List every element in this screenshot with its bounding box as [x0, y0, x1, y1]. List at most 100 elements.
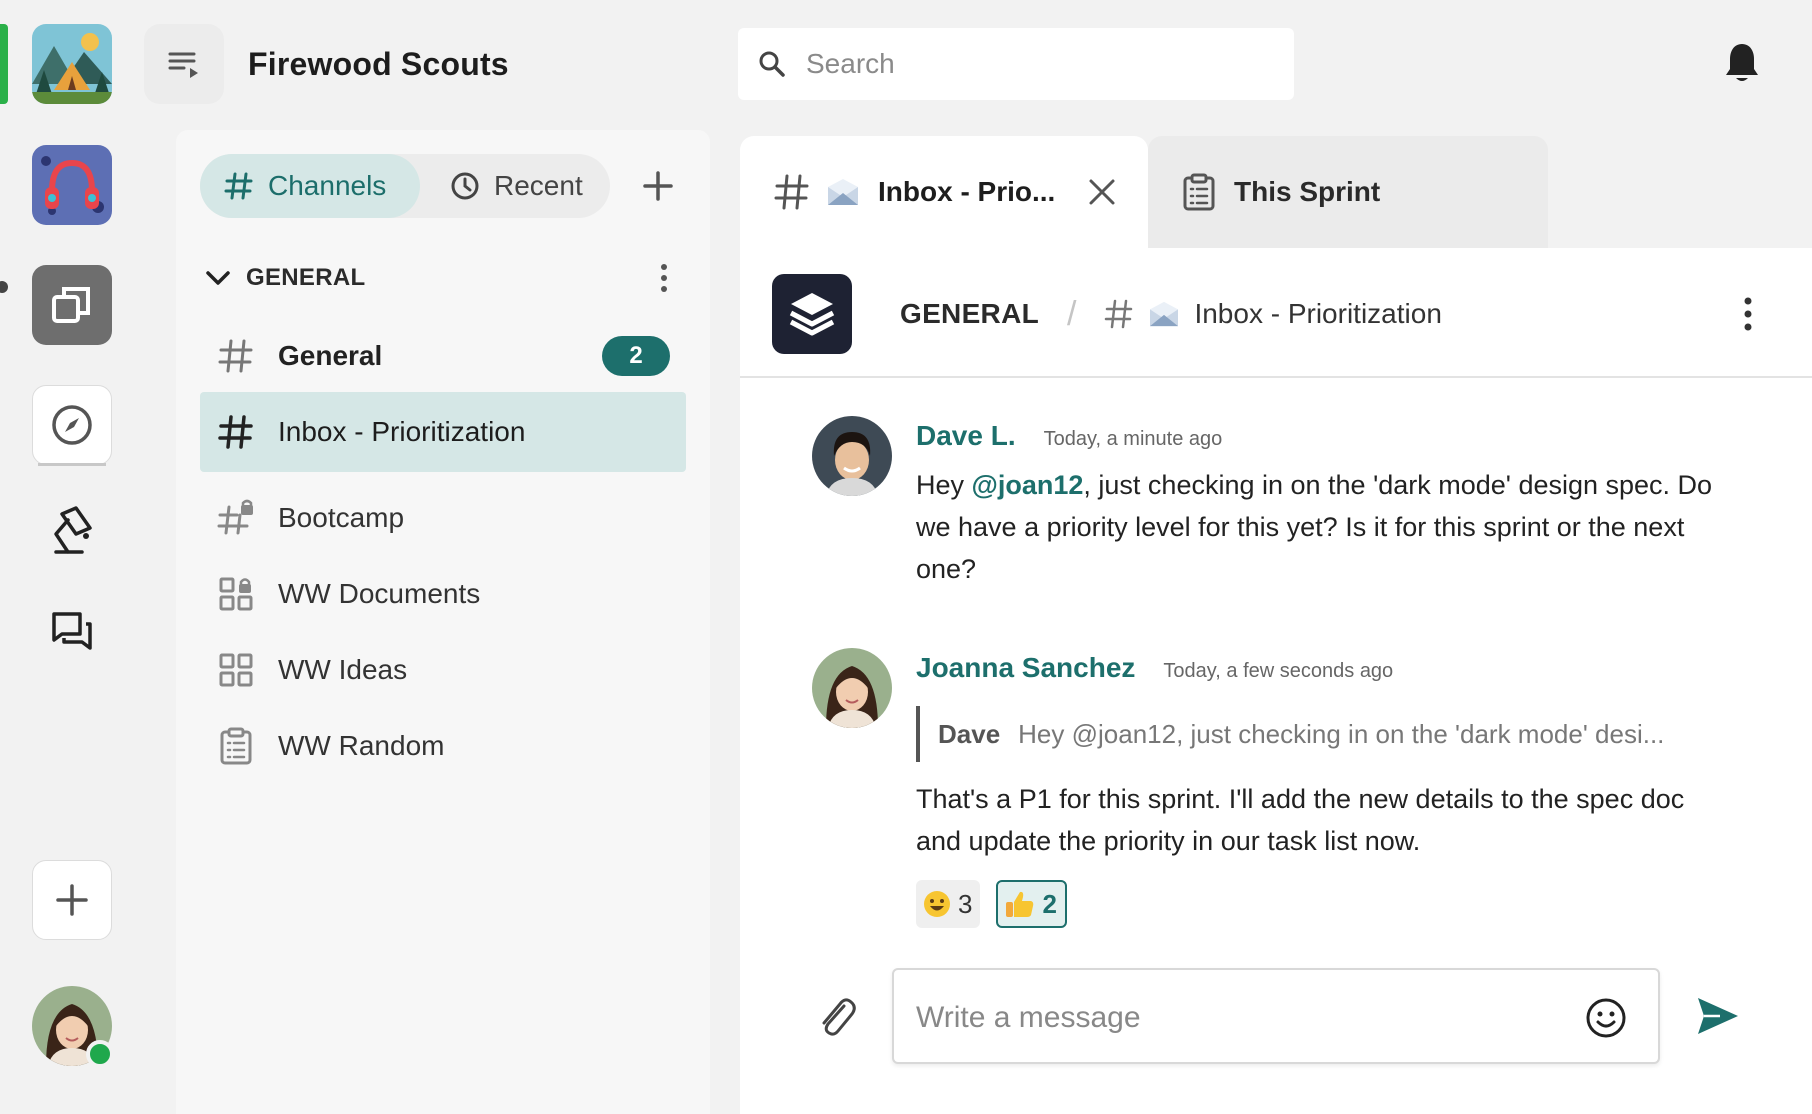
tab-this-sprint-label: This Sprint [1234, 176, 1381, 207]
workspace-music[interactable] [32, 145, 112, 225]
chat-bubbles-icon [52, 612, 92, 650]
hash-icon [216, 412, 256, 452]
tab-recent[interactable]: Recent [420, 154, 610, 218]
more-vertical-icon [1744, 297, 1752, 331]
reaction-count: 3 [958, 888, 973, 919]
online-status-indicator [86, 1040, 114, 1068]
tab-recent-label: Recent [494, 170, 583, 201]
compass-icon [52, 405, 92, 445]
tab-channels-label: Channels [268, 170, 387, 201]
notifications-button[interactable] [1724, 42, 1760, 89]
channel-item-label: Bootcamp [278, 502, 405, 533]
channels-panel: Channels Recent GENERAL General 2 Inbox … [176, 130, 710, 1114]
message-item: Dave L. Today, a minute ago Hey @joan12,… [812, 416, 1772, 616]
plus-icon [643, 171, 673, 201]
message-timestamp: Today, a minute ago [1043, 428, 1223, 450]
unread-dot [0, 281, 8, 293]
user-mention[interactable]: @joan12 [972, 470, 1084, 500]
unread-badge: 2 [602, 336, 670, 376]
clipboard-icon [1183, 173, 1215, 211]
camping-logo-icon [32, 24, 112, 104]
chevron-down-icon [206, 271, 230, 285]
author-avatar[interactable] [812, 416, 892, 496]
copy-windows-icon [52, 287, 90, 323]
quoted-author: Dave [938, 718, 1001, 749]
section-options-button[interactable] [644, 258, 684, 298]
clock-icon [451, 172, 479, 200]
search-input[interactable] [806, 48, 1266, 80]
layers-icon [789, 293, 835, 336]
channel-item-label: General [278, 340, 383, 371]
channel-item-inbox-prioritization[interactable]: Inbox - Prioritization [200, 392, 686, 472]
quoted-text: Hey @joan12, just checking in on the 'da… [1018, 718, 1665, 749]
workspace-logo [772, 274, 852, 354]
message-header: Dave L. Today, a minute ago [916, 420, 1222, 452]
paperclip-icon [822, 998, 856, 1036]
emoji-picker-button[interactable] [1584, 996, 1628, 1040]
channel-item-label: WW Random [278, 730, 445, 761]
section-general-header[interactable]: GENERAL [204, 258, 684, 298]
add-channel-button[interactable] [630, 156, 686, 216]
hash-icon [216, 336, 256, 376]
author-avatar[interactable] [812, 648, 892, 728]
menu-collapse-icon [168, 52, 198, 78]
message-text-start: Hey [916, 470, 972, 500]
hash-lock-icon [216, 498, 256, 538]
grid-icon [216, 650, 256, 690]
grinning-face-icon [922, 889, 952, 919]
headphones-logo-icon [32, 145, 112, 225]
workspace-firewood-scouts[interactable] [32, 24, 112, 104]
toggle-sidebar-button[interactable] [144, 24, 224, 104]
quoted-message[interactable]: Dave Hey @joan12, just checking in on th… [916, 706, 1746, 762]
breadcrumb-section[interactable]: GENERAL [900, 298, 1039, 330]
thumbs-up-icon [1004, 888, 1036, 920]
dave-photo-icon [812, 416, 892, 496]
breadcrumb-separator: / [1067, 294, 1077, 333]
messages-button[interactable] [42, 602, 102, 662]
clipboard-icon [216, 726, 256, 766]
channel-item-ww-documents[interactable]: WW Documents [200, 554, 686, 634]
desk-lamp-icon [54, 506, 92, 554]
search-bar[interactable] [738, 28, 1294, 100]
channel-item-bootcamp[interactable]: Bootcamp [200, 478, 686, 558]
section-general-label: GENERAL [246, 264, 366, 291]
author-name[interactable]: Dave L. [916, 420, 1016, 452]
hash-icon [1105, 299, 1133, 329]
reaction-count: 2 [1042, 888, 1057, 919]
plus-icon [56, 884, 88, 916]
message-input[interactable] [916, 996, 1556, 1040]
search-icon [759, 51, 785, 77]
attach-button[interactable] [812, 988, 860, 1044]
tab-this-sprint[interactable]: This Sprint [1148, 136, 1548, 248]
close-tab-button[interactable] [1086, 176, 1118, 208]
message-item: Joanna Sanchez Today, a few seconds ago … [812, 648, 1772, 928]
desk-lamp-button[interactable] [42, 500, 102, 560]
active-workspace-indicator [0, 24, 8, 104]
channel-item-label: WW Documents [278, 578, 481, 609]
conversation-pane: GENERAL / Inbox - Prioritization Dave L.… [740, 248, 1812, 1114]
breadcrumb: GENERAL / Inbox - Prioritization [900, 292, 1442, 336]
channel-item-ww-ideas[interactable]: WW Ideas [200, 630, 686, 710]
reaction-grinning[interactable]: 3 [916, 880, 981, 928]
channel-item-general[interactable]: General 2 [200, 316, 686, 396]
grid-lock-icon [216, 574, 256, 614]
channel-item-ww-random[interactable]: WW Random [200, 706, 686, 786]
explore-button[interactable] [32, 385, 112, 465]
message-text: Hey @joan12, just checking in on the 'da… [916, 464, 1736, 590]
joanna-photo-icon [812, 648, 892, 728]
author-name[interactable]: Joanna Sanchez [916, 652, 1135, 684]
close-icon [1089, 179, 1115, 205]
message-composer [892, 968, 1660, 1064]
hash-icon [224, 172, 253, 200]
bell-icon [1726, 44, 1758, 81]
workspace-switcher[interactable] [32, 265, 112, 345]
channel-item-label: WW Ideas [278, 654, 408, 685]
reaction-thumbs-up[interactable]: 2 [996, 880, 1067, 928]
send-button[interactable] [1692, 992, 1744, 1040]
channel-header: GENERAL / Inbox - Prioritization [740, 248, 1812, 378]
add-workspace-button[interactable] [32, 860, 112, 940]
tab-channels[interactable]: Channels [200, 154, 420, 218]
message-header: Joanna Sanchez Today, a few seconds ago [916, 652, 1393, 684]
breadcrumb-channel: Inbox - Prioritization [1194, 298, 1442, 329]
channel-options-button[interactable] [1726, 292, 1770, 336]
